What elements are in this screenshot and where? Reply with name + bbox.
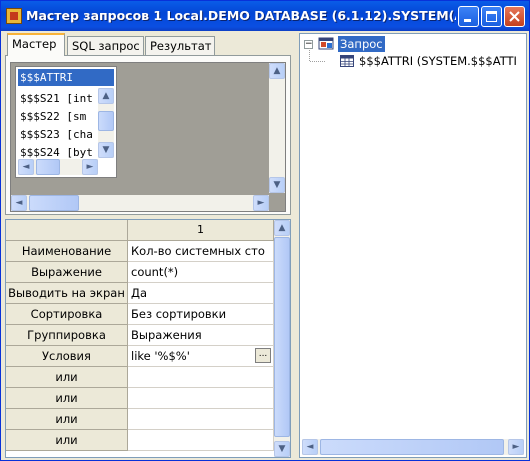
- grid-corner: [6, 220, 128, 241]
- table-box-hscroll[interactable]: ◄ ►: [18, 159, 98, 175]
- scroll-right-button[interactable]: ►: [253, 195, 269, 211]
- grid-cell[interactable]: Да: [128, 283, 274, 304]
- grid-cell[interactable]: [128, 367, 274, 388]
- table-icon: [340, 55, 354, 67]
- tree-hscroll[interactable]: ◄ ►: [302, 439, 524, 455]
- tree-child-label[interactable]: $$$ATTRI (SYSTEM.$$$ATTI: [357, 53, 519, 69]
- grid-row-header[interactable]: или: [6, 430, 128, 451]
- scroll-right-button[interactable]: ►: [508, 439, 524, 455]
- close-button[interactable]: [504, 6, 525, 27]
- title-bar[interactable]: Мастер запросов 1 Local.DEMO DATABASE (6…: [1, 1, 529, 31]
- grid-row-header[interactable]: Группировка: [6, 325, 128, 346]
- grid-vscroll[interactable]: ▲ ▼: [274, 220, 290, 457]
- design-hscroll[interactable]: ◄ ►: [11, 195, 269, 211]
- scroll-left-button[interactable]: ◄: [302, 439, 318, 455]
- grid-cell[interactable]: [128, 388, 274, 409]
- grid-row-header[interactable]: или: [6, 388, 128, 409]
- tab-strip: Мастер SQL запрос Результат: [5, 33, 291, 56]
- minimize-button[interactable]: [458, 6, 479, 27]
- scroll-right-button[interactable]: ►: [82, 159, 98, 175]
- scroll-left-button[interactable]: ◄: [18, 159, 34, 175]
- query-tree: − Запрос $$$ATTRI (SYSTEM.$$$ATTI ◄ ►: [299, 33, 527, 458]
- grid-row-show: Выводить на экран Да: [6, 283, 274, 304]
- maximize-icon: [486, 11, 497, 22]
- scroll-up-button[interactable]: ▲: [98, 88, 114, 104]
- tab-result[interactable]: Результат: [145, 36, 215, 55]
- design-vscroll[interactable]: ▲ ▼: [269, 63, 285, 193]
- table-box-vscroll[interactable]: ▲ ▼: [98, 88, 114, 158]
- field-properties-grid: 1 Наименование Кол-во системных сто Выра…: [5, 219, 291, 458]
- scroll-thumb[interactable]: [98, 111, 114, 131]
- scroll-left-button[interactable]: ◄: [11, 195, 27, 211]
- grid-row-header[interactable]: Наименование: [6, 241, 128, 262]
- close-icon: [509, 11, 520, 22]
- condition-builder-button[interactable]: ...: [255, 348, 271, 363]
- scroll-down-button[interactable]: ▼: [274, 441, 290, 457]
- tab-sql[interactable]: SQL запрос: [67, 36, 144, 55]
- grid-cell[interactable]: count(*): [128, 262, 274, 283]
- scroll-thumb[interactable]: [274, 237, 290, 437]
- table-field[interactable]: $$$S21 [int]: [20, 90, 92, 108]
- grid-cell[interactable]: Кол-во системных сто: [128, 241, 274, 262]
- scroll-thumb[interactable]: [29, 195, 79, 211]
- grid-row-or: или: [6, 388, 274, 409]
- scroll-thumb[interactable]: [320, 439, 504, 455]
- minimize-icon: [464, 19, 471, 22]
- grid-row-header[interactable]: или: [6, 409, 128, 430]
- scroll-down-button[interactable]: ▼: [98, 142, 114, 158]
- grid-cell[interactable]: Выражения: [128, 325, 274, 346]
- tree-root-label[interactable]: Запрос: [338, 36, 385, 52]
- grid-row-group: Группировка Выражения: [6, 325, 274, 346]
- scroll-thumb[interactable]: [36, 159, 60, 175]
- table-box[interactable]: $$$ATTRI $$$S21 [int] $$$S22 [sm $$$S23 …: [15, 66, 117, 178]
- condition-value[interactable]: like '%$%': [131, 349, 190, 363]
- table-field[interactable]: $$$S22 [sm: [20, 108, 92, 126]
- grid-row-or: или: [6, 430, 274, 451]
- pane-splitter[interactable]: [292, 33, 298, 458]
- query-design-area[interactable]: $$$ATTRI $$$S21 [int] $$$S22 [sm $$$S23 …: [10, 62, 286, 212]
- query-wizard-window: Мастер запросов 1 Local.DEMO DATABASE (6…: [0, 0, 530, 461]
- grid-cell[interactable]: like '%$%' ...: [128, 346, 274, 367]
- grid-row-header[interactable]: Сортировка: [6, 304, 128, 325]
- grid-row-expression: Выражение count(*): [6, 262, 274, 283]
- scroll-up-button[interactable]: ▲: [269, 63, 285, 79]
- tree-connector: [309, 48, 326, 62]
- grid-row-or: или: [6, 367, 274, 388]
- grid-row-header[interactable]: Выводить на экран: [6, 283, 128, 304]
- grid-cell[interactable]: [128, 430, 274, 451]
- grid-row-name: Наименование Кол-во системных сто: [6, 241, 274, 262]
- grid-cell[interactable]: [128, 409, 274, 430]
- maximize-button[interactable]: [481, 6, 502, 27]
- grid-row-conditions: Условия like '%$%' ...: [6, 346, 274, 367]
- query-wizard-icon[interactable]: [6, 8, 22, 24]
- tab-panel-master: $$$ATTRI $$$S21 [int] $$$S22 [sm $$$S23 …: [5, 55, 291, 215]
- grid-row-header[interactable]: Выражение: [6, 262, 128, 283]
- left-pane: Мастер SQL запрос Результат $$$ATTRI $$$…: [5, 33, 291, 458]
- grid-row-header[interactable]: или: [6, 367, 128, 388]
- grid-header-row: 1: [6, 220, 274, 241]
- grid-cell[interactable]: Без сортировки: [128, 304, 274, 325]
- grid-row-header[interactable]: Условия: [6, 346, 128, 367]
- tab-master[interactable]: Мастер: [7, 33, 65, 56]
- table-field[interactable]: $$$S23 [cha: [20, 126, 92, 144]
- grid-column-header[interactable]: 1: [128, 220, 274, 241]
- grid-row-sort: Сортировка Без сортировки: [6, 304, 274, 325]
- grid-row-or: или: [6, 409, 274, 430]
- table-box-title[interactable]: $$$ATTRI: [18, 69, 114, 86]
- scroll-up-button[interactable]: ▲: [274, 220, 290, 236]
- scroll-down-button[interactable]: ▼: [269, 177, 285, 193]
- window-title: Мастер запросов 1 Local.DEMO DATABASE (6…: [26, 8, 456, 23]
